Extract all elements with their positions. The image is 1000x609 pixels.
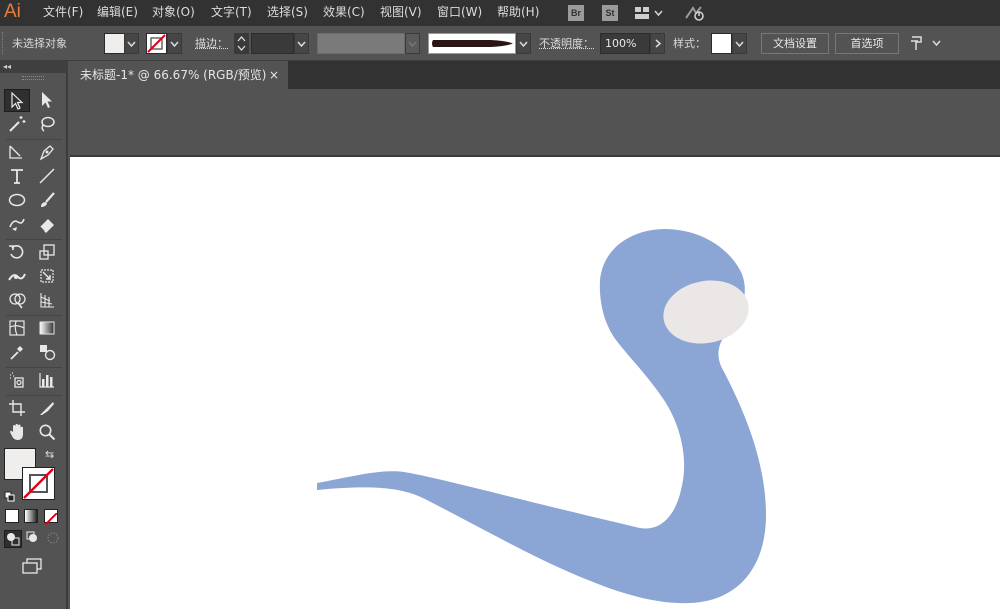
opacity-field[interactable]: 100% xyxy=(600,33,650,54)
menu-object[interactable]: 对象(O) xyxy=(152,0,195,26)
gpu-performance-icon[interactable] xyxy=(684,4,706,28)
type-tool-icon[interactable] xyxy=(4,165,30,188)
brush-dropdown-chevron-icon[interactable] xyxy=(516,33,531,54)
direct-selection-tool-icon[interactable] xyxy=(34,89,60,112)
stroke-box[interactable] xyxy=(22,467,55,500)
shaper-tool-icon[interactable] xyxy=(4,213,30,236)
artboard-tool-icon[interactable] xyxy=(4,397,30,420)
tools-panel: ◂◂ ⇆ xyxy=(0,61,68,609)
menu-file[interactable]: 文件(F) xyxy=(43,0,83,26)
opacity-chevron-right-icon[interactable] xyxy=(650,33,665,54)
paintbrush-tool-icon[interactable] xyxy=(34,189,60,212)
opacity-label[interactable]: 不透明度： xyxy=(539,26,594,61)
none-stroke-icon xyxy=(147,34,166,53)
selection-tool-icon[interactable] xyxy=(4,89,30,112)
rotate-tool-icon[interactable] xyxy=(4,241,30,264)
menu-effect[interactable]: 效果(C) xyxy=(323,0,365,26)
menu-edit[interactable]: 编辑(E) xyxy=(97,0,138,26)
draw-inside-icon[interactable] xyxy=(45,530,63,548)
collapse-panel-icon[interactable]: ◂◂ xyxy=(0,61,68,73)
column-graph-tool-icon[interactable] xyxy=(34,369,60,392)
gradient-tool-icon[interactable] xyxy=(34,317,60,340)
slice-tool-icon[interactable] xyxy=(34,397,60,420)
preferences-button[interactable]: 首选项 xyxy=(835,33,899,54)
ellipse-tool-icon[interactable] xyxy=(4,189,30,212)
screen-mode-icon[interactable] xyxy=(20,557,44,579)
shape-builder-tool-icon[interactable] xyxy=(4,289,30,312)
stroke-label[interactable]: 描边： xyxy=(195,26,228,61)
stroke-weight-chevron-icon[interactable] xyxy=(294,33,309,54)
line-segment-tool-icon[interactable] xyxy=(34,165,60,188)
lasso-tool-icon[interactable] xyxy=(34,113,60,136)
graphic-style-chevron-icon[interactable] xyxy=(732,33,747,54)
workspace-layout-icon[interactable] xyxy=(634,4,664,28)
draw-normal-icon[interactable] xyxy=(4,530,22,548)
artwork xyxy=(317,229,766,604)
document-tab-title: 未标题-1* @ 66.67% (RGB/预览) xyxy=(80,68,267,82)
eyedropper-tool-icon[interactable] xyxy=(4,341,30,364)
gradient-mode-button[interactable] xyxy=(24,509,38,523)
free-transform-tool-icon[interactable] xyxy=(34,265,60,288)
app-logo: Ai xyxy=(4,1,21,22)
curvature-tool-icon[interactable] xyxy=(34,141,60,164)
menu-select[interactable]: 选择(S) xyxy=(267,0,308,26)
stroke-dropdown-chevron-icon[interactable] xyxy=(167,33,182,54)
none-mode-button[interactable] xyxy=(44,509,58,526)
perspective-grid-tool-icon[interactable] xyxy=(34,289,60,312)
pen-tool-icon[interactable] xyxy=(4,141,30,164)
variable-width-profile[interactable] xyxy=(317,33,405,54)
stroke-weight-stepper[interactable] xyxy=(234,33,249,54)
stroke-weight-field[interactable] xyxy=(251,33,294,54)
brush-definition-preview[interactable] xyxy=(428,33,516,54)
bridge-button[interactable]: Br xyxy=(568,5,584,21)
menu-help[interactable]: 帮助(H) xyxy=(497,0,539,26)
eraser-tool-icon[interactable] xyxy=(34,213,60,236)
menu-window[interactable]: 窗口(W) xyxy=(437,0,482,26)
style-label: 样式： xyxy=(673,37,706,50)
scale-tool-icon[interactable] xyxy=(34,241,60,264)
stock-button[interactable]: St xyxy=(602,5,618,21)
menu-type[interactable]: 文字(T) xyxy=(211,0,252,26)
menu-view[interactable]: 视图(V) xyxy=(380,0,422,26)
graphic-style-swatch[interactable] xyxy=(711,33,732,54)
arrange-documents-icon[interactable] xyxy=(909,34,943,56)
selection-status: 未选择对象 xyxy=(12,37,67,50)
document-tab[interactable]: 未标题-1* @ 66.67% (RGB/预览) × xyxy=(70,61,288,89)
artboard[interactable] xyxy=(70,155,1000,609)
color-mode-button[interactable] xyxy=(5,509,19,523)
tools-panel-grip[interactable] xyxy=(22,76,44,80)
zoom-tool-icon[interactable] xyxy=(34,421,60,444)
document-setup-button[interactable]: 文档设置 xyxy=(761,33,829,54)
close-tab-icon[interactable]: × xyxy=(269,61,279,89)
mesh-tool-icon[interactable] xyxy=(4,317,30,340)
panel-grip[interactable] xyxy=(2,32,5,54)
hand-tool-icon[interactable] xyxy=(4,421,30,444)
pasteboard[interactable] xyxy=(70,89,1000,155)
menu-bar: Ai 文件(F) 编辑(E) 对象(O) 文字(T) 选择(S) 效果(C) 视… xyxy=(0,0,1000,26)
fill-dropdown-chevron-icon[interactable] xyxy=(124,33,139,54)
blend-tool-icon[interactable] xyxy=(34,341,60,364)
variable-width-chevron-icon[interactable] xyxy=(405,33,420,54)
draw-behind-icon[interactable] xyxy=(25,530,43,548)
stroke-color-swatch[interactable] xyxy=(146,33,167,54)
width-tool-icon[interactable] xyxy=(4,265,30,288)
fill-color-swatch[interactable] xyxy=(104,33,125,54)
document-tab-bar: 未标题-1* @ 66.67% (RGB/预览) × xyxy=(70,61,1000,89)
swap-fill-stroke-icon[interactable]: ⇆ xyxy=(45,448,54,461)
magic-wand-tool-icon[interactable] xyxy=(4,113,30,136)
symbol-sprayer-tool-icon[interactable] xyxy=(4,369,30,392)
default-fill-stroke-icon[interactable] xyxy=(4,488,16,507)
control-bar: 未选择对象 描边： 不透明度： 100% 样式： 文档设置 首选项 xyxy=(0,26,1000,61)
